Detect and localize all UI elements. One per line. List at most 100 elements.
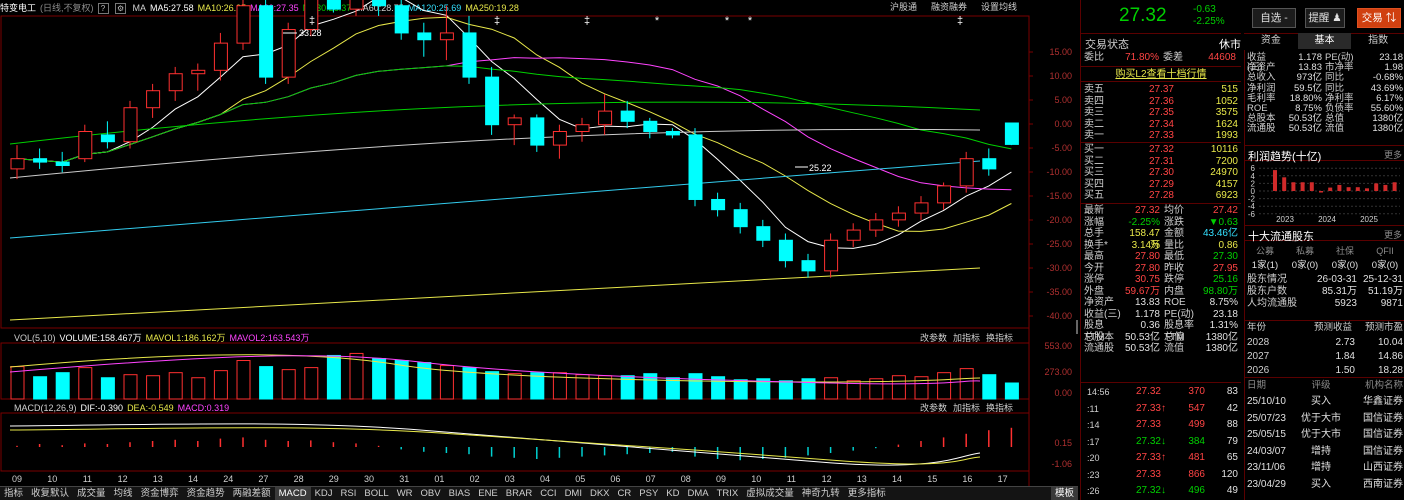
indicator-tab[interactable]: BIAS [445,487,475,500]
candle-body [462,32,477,78]
indicator-tab[interactable]: DMA [683,487,712,500]
tick-time: :14 [1087,420,1100,430]
bid-row: 买四 27.29 4157 [1081,179,1241,191]
volume-bar [213,370,228,400]
stat-label: 净资产 [1084,297,1114,308]
price-axis-label: -15.00 [1046,191,1072,201]
indicator-tab[interactable]: PSY [635,487,662,500]
date-label: 07 [646,474,656,484]
profit-header: 利润趋势(十亿) 更多 [1245,145,1404,163]
volume-bar [733,379,748,400]
info-tab[interactable]: 基本 [1297,33,1352,49]
stat-label: 量比 [1164,239,1184,251]
indicator-tab[interactable]: 更多指标 [844,487,890,500]
vol-edit-params[interactable]: 改参数 [920,333,947,343]
stat-value: 50.53亿 [1124,343,1160,354]
indicator-tab[interactable]: 模板 [1050,487,1078,500]
indicator-tab[interactable]: 资金博弈 [137,487,183,500]
macd-switch-indicator[interactable]: 换指标 [986,403,1013,413]
indicator-tab[interactable]: WR [393,487,417,500]
indicator-tab[interactable]: 神奇九转 [798,487,844,500]
indicator-tab[interactable]: KDJ [311,487,337,500]
indicator-tab[interactable]: 指标 [0,487,27,500]
candle-body [417,32,432,41]
tick-volume: 496 [1188,485,1205,496]
indicator-tab[interactable]: CR [614,487,636,500]
ask-row-cell: 卖五 [1084,84,1104,95]
bid-row-cell: 买三 [1084,167,1104,178]
candle-body [78,130,93,160]
indicator-tab[interactable]: 均线 [110,487,137,500]
tick-price: 27.32 [1135,435,1161,447]
profit-more[interactable]: 更多 [1384,148,1402,161]
profit-chart: 6420-2-4-62023 2024 2025 [1248,164,1400,224]
candle-body [891,212,906,221]
kline-panel[interactable]: 特变电工 (日线,不复权)? ⚙ MA MA5:27.58 MA10:26.95 MA2… [0,0,1078,500]
indicator-tab[interactable]: KD [662,487,683,500]
holders-value: 0家(0) [1371,260,1399,271]
profit-bar [1346,187,1351,191]
indicator-tab[interactable]: MACD [274,487,311,500]
vol-header: VOL(5,10) VOLUME:158.467万 MAVOL1:186.162万 M… [0,331,1078,345]
holders-val: 25-12-31 [1362,274,1403,285]
holders-more[interactable]: 更多 [1384,228,1402,241]
date-label: 04 [540,474,550,484]
bid-row-cell: 4157 [1215,178,1238,190]
indicator-tab[interactable]: 资金趋势 [183,487,229,500]
stat-value: 8.75% [1209,297,1238,308]
rating-head: 日期 评级 机构名称 [1245,380,1404,392]
indicator-tab[interactable]: RSI [337,487,361,500]
macd-dif: DIF:-0.390 [80,403,124,413]
tick-time: :26 [1087,486,1100,496]
indicator-tab[interactable]: BRAR [502,487,536,500]
bid-row-cell: 6923 [1215,190,1238,201]
ask-row: 卖一 27.33 1993 [1081,130,1241,142]
rating-head-cell: 日期 [1247,380,1267,391]
stat-row: 今开 27.80 昨收 27.95 [1081,263,1241,275]
holders-head-row: 公募 私募 社保 QFII [1245,246,1404,258]
candle-body [824,239,839,272]
forecast-pe: 10.04 [1377,337,1403,348]
indicator-tab[interactable]: CCI [536,487,560,500]
indicator-tab[interactable]: 两融差额 [229,487,275,500]
tick-count: 49 [1226,485,1238,496]
info-tab[interactable]: 资金 [1244,33,1298,49]
price-axis-label: -35.00 [1046,287,1072,297]
indicator-tab[interactable]: ENE [474,487,502,500]
candle-body [665,130,680,136]
stat-label: 最新 [1084,205,1104,216]
info-tab[interactable]: 指数 [1351,33,1404,49]
alert-button[interactable]: 提醒 ♟ [1305,8,1345,28]
macd-dea: DEA:-0.549 [127,403,174,413]
ask-row-cell: 卖二 [1084,118,1104,130]
indicator-tab[interactable]: BOLL [360,487,392,500]
stat-label: 流值 [1164,343,1184,354]
bid-row-cell: 27.30 [1148,167,1174,178]
bid-row-cell: 24970 [1210,167,1238,178]
watchlist-button[interactable]: 自选 - [1252,8,1296,28]
indicator-tab[interactable]: DMI [561,487,586,500]
vol-switch-indicator[interactable]: 换指标 [986,333,1013,343]
macd-edit-params[interactable]: 改参数 [920,403,947,413]
indicator-tab[interactable]: 收复默认 [27,487,73,500]
holders-label: 人均流通股 [1247,298,1297,309]
tick-row: 14:56 27.32 370 83 [1081,386,1241,398]
l2-link[interactable]: 购买L2查看十档行情 [1081,67,1241,82]
macd-tools: 改参数 加指标 换指标 [920,401,1013,415]
kline-chart[interactable]: 15.00 10.00 5.00 0.00 -5.00 -10.00 -15.00 -20.0… [0,0,1078,500]
indicator-tab[interactable]: 成交量 [73,487,110,500]
event-marker: ‡ [957,15,963,27]
stat-row: 换手* 3.14% 量比 0.86 [1081,240,1241,252]
forecast-year: 2028 [1247,337,1270,348]
indicator-tab[interactable]: 虚拟成交量 [742,487,798,500]
tick-volume: 866 [1188,468,1205,480]
indicator-tab[interactable]: DKX [586,487,614,500]
indicator-tab[interactable]: OBV [417,487,445,500]
tick-time: 14:56 [1087,387,1110,397]
forecast-head-cell: 预测收益 [1313,322,1352,333]
macd-add-indicator[interactable]: 加指标 [953,403,980,413]
forecast-year: 2026 [1247,365,1270,376]
indicator-tab[interactable]: TRIX [713,487,743,500]
vol-add-indicator[interactable]: 加指标 [953,333,980,343]
trade-button[interactable]: 交易 ⇅ [1357,8,1401,28]
